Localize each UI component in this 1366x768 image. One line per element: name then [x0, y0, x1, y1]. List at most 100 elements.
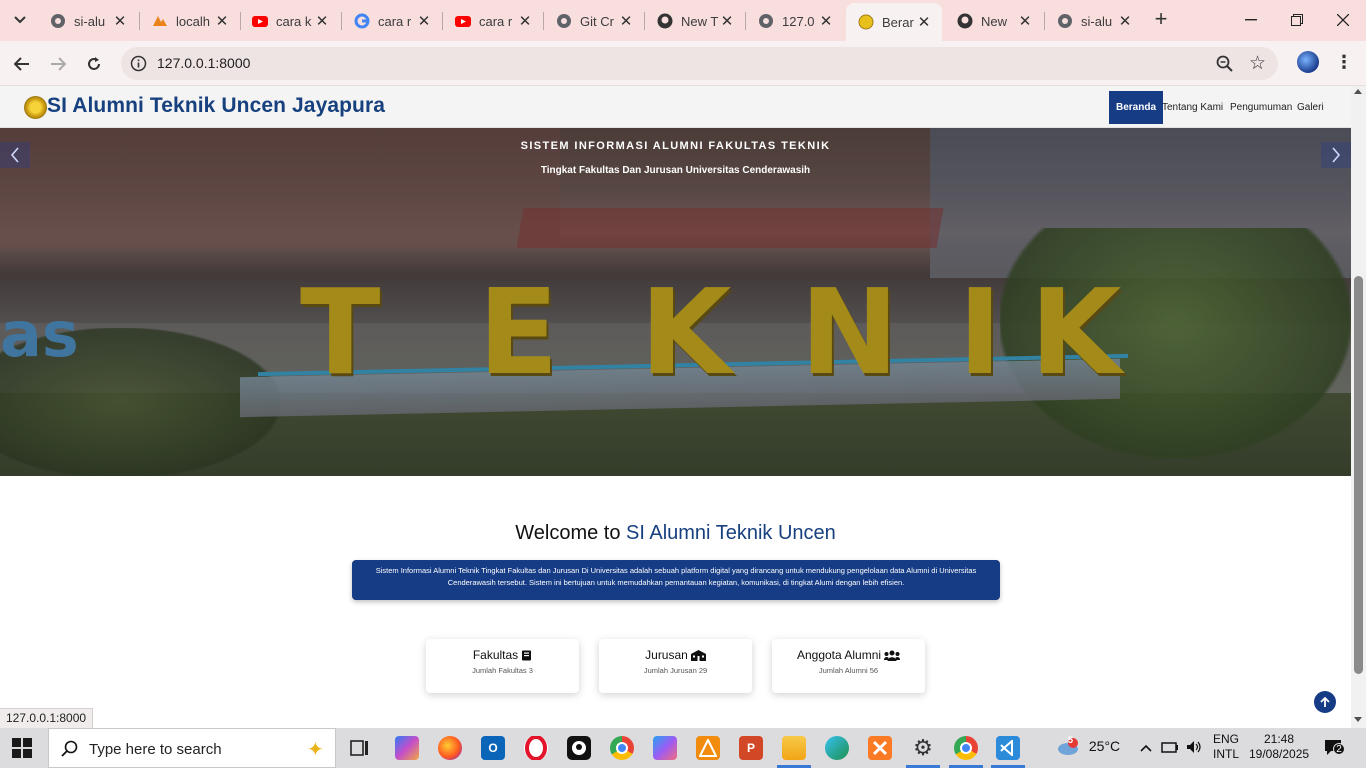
browser-tab[interactable]: New ✕ — [945, 6, 1043, 36]
chrome-profile-icon[interactable] — [954, 736, 978, 760]
bookmark-star-icon[interactable]: ☆ — [1249, 52, 1269, 74]
copilot-sparkle-icon[interactable]: ✦ — [307, 737, 324, 762]
stat-card-title-row: Jurusan — [599, 648, 752, 662]
zoom-icon[interactable] — [1215, 54, 1235, 74]
close-icon[interactable]: ✕ — [916, 14, 932, 31]
stat-card-title: Jurusan — [645, 648, 688, 662]
browser-tab[interactable]: Git Cr ✕ — [544, 6, 644, 36]
minimize-button[interactable] — [1228, 0, 1274, 40]
copilot-app-icon[interactable] — [395, 736, 419, 760]
back-button[interactable] — [9, 51, 35, 77]
tab-title: New — [981, 13, 1008, 29]
phpmyadmin-icon — [152, 13, 168, 29]
firefox-icon[interactable] — [438, 736, 462, 760]
close-icon[interactable]: ✕ — [719, 13, 735, 30]
scroll-up-arrow[interactable] — [1354, 89, 1362, 94]
weather-temperature: 25°C — [1088, 738, 1121, 754]
nav-item-galeri[interactable]: Galeri — [1290, 91, 1331, 124]
globe-icon — [758, 13, 774, 29]
back-to-top-button[interactable] — [1314, 691, 1336, 713]
welcome-heading: Welcome to SI Alumni Teknik Uncen — [0, 522, 1351, 545]
nav-item-pengumuman[interactable]: Pengumuman — [1223, 91, 1299, 124]
tab-title: localh — [176, 13, 210, 29]
xampp-icon[interactable] — [868, 736, 892, 760]
language-indicator[interactable]: ENG INTL — [1213, 732, 1239, 762]
close-icon[interactable]: ✕ — [214, 13, 230, 30]
chrome-icon[interactable] — [610, 736, 634, 760]
stat-card-anggota-alumni[interactable]: Anggota Alumni Jumlah Alumni 56 — [772, 639, 925, 693]
arrow-up-icon — [1320, 696, 1330, 707]
close-icon[interactable]: ✕ — [618, 13, 634, 30]
browser-tab[interactable]: cara r ✕ — [342, 6, 442, 36]
chevron-down-icon — [14, 16, 26, 24]
close-icon[interactable]: ✕ — [1017, 13, 1033, 30]
taskbar-clock[interactable]: 21:48 19/08/2025 — [1249, 732, 1309, 762]
youtube-icon — [252, 13, 268, 29]
windows-taskbar: Type here to search ✦ O P ⚙ 5 25°C ENG I… — [0, 728, 1366, 768]
task-view-icon[interactable] — [348, 736, 372, 760]
address-bar[interactable]: 127.0.0.1:8000 ☆ — [121, 47, 1278, 80]
browser-tab[interactable]: 127.0 ✕ — [746, 6, 844, 36]
browser-tab[interactable]: si-alu ✕ — [1045, 6, 1143, 36]
browser-toolbar: 127.0.0.1:8000 ☆ ⋮ — [0, 41, 1366, 86]
restore-button[interactable] — [1274, 0, 1320, 40]
network-icon[interactable] — [1161, 740, 1179, 757]
url-text[interactable]: 127.0.0.1:8000 — [157, 55, 250, 71]
carousel-prev-button[interactable] — [0, 142, 30, 168]
opera-icon[interactable] — [524, 736, 548, 760]
scroll-thumb[interactable] — [1354, 276, 1363, 674]
uncen-logo[interactable] — [24, 96, 47, 119]
m365-icon[interactable] — [653, 736, 677, 760]
powerpoint-icon[interactable]: P — [739, 736, 763, 760]
tray-overflow-chevron-icon[interactable] — [1140, 740, 1152, 755]
close-icon[interactable]: ✕ — [112, 13, 128, 30]
stat-card-jurusan[interactable]: Jurusan Jumlah Jurusan 29 — [599, 639, 752, 693]
close-window-button[interactable] — [1320, 0, 1366, 40]
orange-app-icon[interactable] — [696, 736, 720, 760]
profile-avatar[interactable] — [1297, 51, 1319, 73]
outlook-icon[interactable]: O — [481, 736, 505, 760]
browser-menu-icon[interactable]: ⋮ — [1334, 52, 1354, 74]
forward-button[interactable] — [45, 51, 71, 77]
close-icon[interactable]: ✕ — [517, 13, 533, 30]
site-info-icon[interactable] — [130, 55, 147, 72]
browser-tab[interactable]: cara k ✕ — [240, 6, 340, 36]
intro-banner: Sistem Informasi Alumni Teknik Tingkat F… — [352, 560, 1000, 600]
globe-icon — [1057, 13, 1073, 29]
weather-badge: 5 — [1068, 735, 1074, 745]
browser-tab-active[interactable]: Berar ✕ — [846, 3, 942, 41]
nav-item-tentang-kami[interactable]: Tentang Kami — [1155, 91, 1230, 124]
tab-search-button[interactable] — [9, 9, 31, 31]
github-desktop-icon[interactable] — [567, 736, 591, 760]
stat-card-caption: Jumlah Alumni 56 — [818, 666, 879, 675]
welcome-highlight: SI Alumni Teknik Uncen — [626, 522, 836, 544]
file-explorer-icon[interactable] — [782, 736, 806, 760]
browser-tab[interactable]: cara r ✕ — [443, 6, 543, 36]
browser-tab[interactable]: New T ✕ — [645, 6, 745, 36]
volume-icon[interactable] — [1186, 740, 1202, 757]
close-icon[interactable]: ✕ — [818, 13, 834, 30]
windows-start-icon[interactable] — [12, 738, 32, 758]
welcome-prefix: Welcome to — [515, 522, 627, 544]
vscode-icon[interactable] — [996, 736, 1020, 760]
taskbar-search-box[interactable]: Type here to search ✦ — [48, 728, 336, 768]
reload-button[interactable] — [81, 51, 107, 77]
settings-gear-icon[interactable]: ⚙ — [911, 735, 935, 760]
users-icon — [884, 650, 901, 661]
minimize-icon — [1245, 19, 1257, 21]
new-tab-button[interactable]: + — [1150, 8, 1172, 31]
browser-tab[interactable]: localh ✕ — [140, 6, 240, 36]
close-icon[interactable]: ✕ — [1117, 13, 1133, 30]
browser-tab[interactable]: si-alu ✕ — [38, 6, 138, 36]
notification-center-icon[interactable]: 2 — [1324, 739, 1345, 757]
site-brand[interactable]: SI Alumni Teknik Uncen Jayapura — [47, 94, 385, 118]
notification-count: 2 — [1333, 743, 1345, 755]
weather-widget[interactable]: 5 25°C — [1055, 735, 1121, 756]
stat-card-fakultas[interactable]: Fakultas Jumlah Fakultas 3 — [426, 639, 579, 693]
close-icon[interactable]: ✕ — [416, 13, 432, 30]
edge-icon[interactable] — [825, 736, 849, 760]
page-scrollbar[interactable] — [1351, 86, 1366, 728]
close-icon[interactable]: ✕ — [314, 13, 330, 30]
scroll-down-arrow[interactable] — [1354, 717, 1362, 722]
carousel-next-button[interactable] — [1321, 142, 1351, 168]
